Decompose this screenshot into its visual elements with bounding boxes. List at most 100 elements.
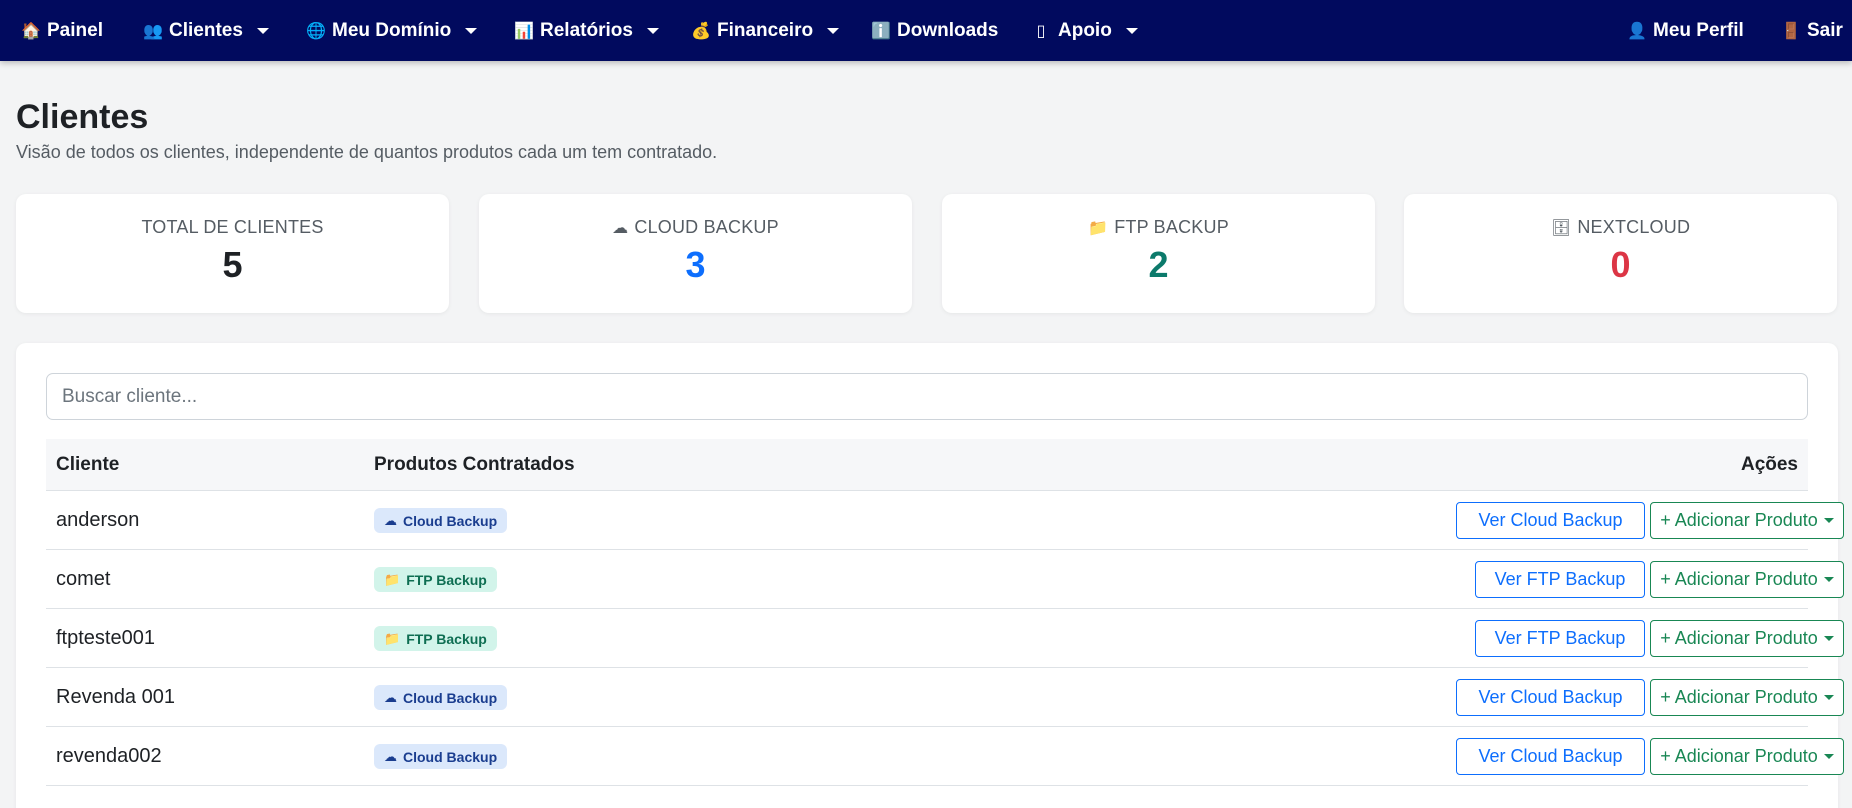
product-badge: ☁ Cloud Backup <box>374 744 508 769</box>
stat-card-ftp-backup: 📁 FTP BACKUP 2 <box>942 194 1375 313</box>
users-icon: 👥 <box>143 22 163 40</box>
folder-icon: 📁 <box>1088 220 1109 237</box>
stat-label: TOTAL DE CLIENTES <box>16 217 449 238</box>
client-name: anderson <box>56 509 140 531</box>
add-product-button[interactable]: + Adicionar Produto <box>1650 738 1844 775</box>
chevron-down-icon <box>646 27 659 34</box>
stat-value-cloud: 3 <box>685 244 706 285</box>
nav-sair-label: Sair <box>1807 19 1843 41</box>
nav-clientes[interactable]: 👥 Clientes <box>143 0 269 61</box>
nav-meu-dominio-label: Meu Domínio <box>332 19 452 41</box>
folder-icon: 📁 <box>384 571 401 587</box>
table-row: Revenda 001 ☁ Cloud Backup Ver Cloud Back… <box>46 668 1844 727</box>
stat-value-ftp: 2 <box>1148 244 1169 285</box>
stat-card-cloud-backup: ☁ CLOUD BACKUP 3 <box>479 194 912 313</box>
table-row: ftpteste001 📁 FTP Backup Ver FTP Backup +… <box>46 609 1844 668</box>
chevron-down-icon <box>256 27 269 34</box>
stat-label: 📁 FTP BACKUP <box>942 217 1375 238</box>
stat-value-nextcloud: 0 <box>1610 244 1631 285</box>
nav-apoio[interactable]: ▯ Apoio <box>1032 0 1138 61</box>
stat-label-text: TOTAL DE CLIENTES <box>141 217 324 237</box>
product-badge-label: FTP Backup <box>406 571 487 588</box>
top-navbar: 🏠 Painel 👥 Clientes 🌐 Meu Domínio 📊 Rela… <box>0 0 1852 61</box>
clients-panel: Cliente Produtos Contratados Ações ander… <box>16 343 1844 808</box>
product-badge-label: Cloud Backup <box>403 512 498 529</box>
product-badge-label: Cloud Backup <box>403 689 498 706</box>
view-cloud-backup-button[interactable]: Ver Cloud Backup <box>1456 679 1645 716</box>
client-name: ftpteste001 <box>56 627 155 649</box>
nav-meu-perfil[interactable]: 👤 Meu Perfil <box>1627 0 1744 61</box>
table-row: comet 📁 FTP Backup Ver FTP Backup + Adici… <box>46 550 1844 609</box>
add-product-label: + Adicionar Produto <box>1660 687 1818 707</box>
add-product-label: + Adicionar Produto <box>1660 569 1818 589</box>
add-product-button[interactable]: + Adicionar Produto <box>1650 561 1844 598</box>
cloud-icon: ☁ <box>612 220 629 237</box>
product-badge: 📁 FTP Backup <box>374 626 497 651</box>
server-icon: 🗄 <box>1550 220 1572 237</box>
folder-icon: 📁 <box>384 630 401 646</box>
add-product-label: + Adicionar Produto <box>1660 746 1818 766</box>
column-header-actions: Ações <box>1740 454 1798 475</box>
product-badge-label: Cloud Backup <box>403 748 498 765</box>
stat-label-text: CLOUD BACKUP <box>634 217 779 237</box>
nav-apoio-label: Apoio <box>1058 19 1112 41</box>
nav-downloads-label: Downloads <box>897 19 999 41</box>
nav-meu-perfil-label: Meu Perfil <box>1653 19 1744 41</box>
add-product-label: + Adicionar Produto <box>1660 628 1818 648</box>
nav-financeiro-label: Financeiro <box>717 19 814 41</box>
bar-chart-icon: 📊 <box>514 22 534 40</box>
nav-clientes-label: Clientes <box>169 19 243 41</box>
view-ftp-backup-button[interactable]: Ver FTP Backup <box>1475 620 1645 657</box>
nav-downloads[interactable]: ℹ️ Downloads <box>871 0 998 61</box>
chevron-down-icon <box>1823 577 1834 582</box>
cloud-icon: ☁ <box>384 512 397 528</box>
stat-value-total: 5 <box>222 244 243 285</box>
stat-card-nextcloud: 🗄 NEXTCLOUD 0 <box>1404 194 1837 313</box>
search-input[interactable] <box>46 373 1808 420</box>
stat-label-text: NEXTCLOUD <box>1577 217 1691 237</box>
add-product-button[interactable]: + Adicionar Produto <box>1650 502 1844 539</box>
nav-painel[interactable]: 🏠 Painel <box>21 0 103 61</box>
product-badge: ☁ Cloud Backup <box>374 685 508 710</box>
add-product-button[interactable]: + Adicionar Produto <box>1650 620 1844 657</box>
add-product-button[interactable]: + Adicionar Produto <box>1650 679 1844 716</box>
stat-label-text: FTP BACKUP <box>1114 217 1229 237</box>
money-bag-icon: 💰 <box>691 22 711 40</box>
cloud-icon: ☁ <box>384 689 397 705</box>
stat-card-total: TOTAL DE CLIENTES 5 <box>16 194 449 313</box>
table-row: revenda002 ☁ Cloud Backup Ver Cloud Backu… <box>46 727 1844 786</box>
chevron-down-icon <box>1823 754 1834 759</box>
chevron-down-icon <box>1823 518 1834 523</box>
view-cloud-backup-button[interactable]: Ver Cloud Backup <box>1456 502 1645 539</box>
table-row: anderson ☁ Cloud Backup Ver Cloud Backup … <box>46 491 1844 550</box>
globe-icon: 🌐 <box>306 22 326 40</box>
nav-meu-dominio[interactable]: 🌐 Meu Domínio <box>306 0 478 61</box>
chevron-down-icon <box>1823 636 1834 641</box>
page-subtitle: Visão de todos os clientes, independente… <box>16 142 718 162</box>
client-name: revenda002 <box>56 745 162 767</box>
chevron-down-icon <box>1823 695 1834 700</box>
table-header: Cliente Produtos Contratados Ações <box>46 439 1808 491</box>
column-header-client: Cliente <box>56 454 120 475</box>
nav-sair[interactable]: 🚪 Sair <box>1781 0 1843 61</box>
home-icon: 🏠 <box>21 22 41 40</box>
cloud-icon: ☁ <box>384 748 397 764</box>
product-badge: ☁ Cloud Backup <box>374 508 508 533</box>
nav-painel-label: Painel <box>47 19 103 41</box>
product-badge-label: FTP Backup <box>406 630 487 647</box>
column-header-products: Produtos Contratados <box>374 454 575 475</box>
nav-relatorios[interactable]: 📊 Relatórios <box>514 0 659 61</box>
user-icon: 👤 <box>1627 22 1647 40</box>
nav-financeiro[interactable]: 💰 Financeiro <box>691 0 840 61</box>
chevron-down-icon <box>465 27 478 34</box>
stat-label: ☁ CLOUD BACKUP <box>479 217 912 238</box>
chevron-down-icon <box>827 27 840 34</box>
view-ftp-backup-button[interactable]: Ver FTP Backup <box>1475 561 1645 598</box>
view-cloud-backup-button[interactable]: Ver Cloud Backup <box>1456 738 1645 775</box>
support-icon: ▯ <box>1036 22 1046 40</box>
page-title: Clientes <box>16 98 149 136</box>
add-product-label: + Adicionar Produto <box>1660 510 1818 530</box>
client-name: comet <box>56 568 111 590</box>
door-icon: 🚪 <box>1781 22 1801 40</box>
chevron-down-icon <box>1125 27 1138 34</box>
